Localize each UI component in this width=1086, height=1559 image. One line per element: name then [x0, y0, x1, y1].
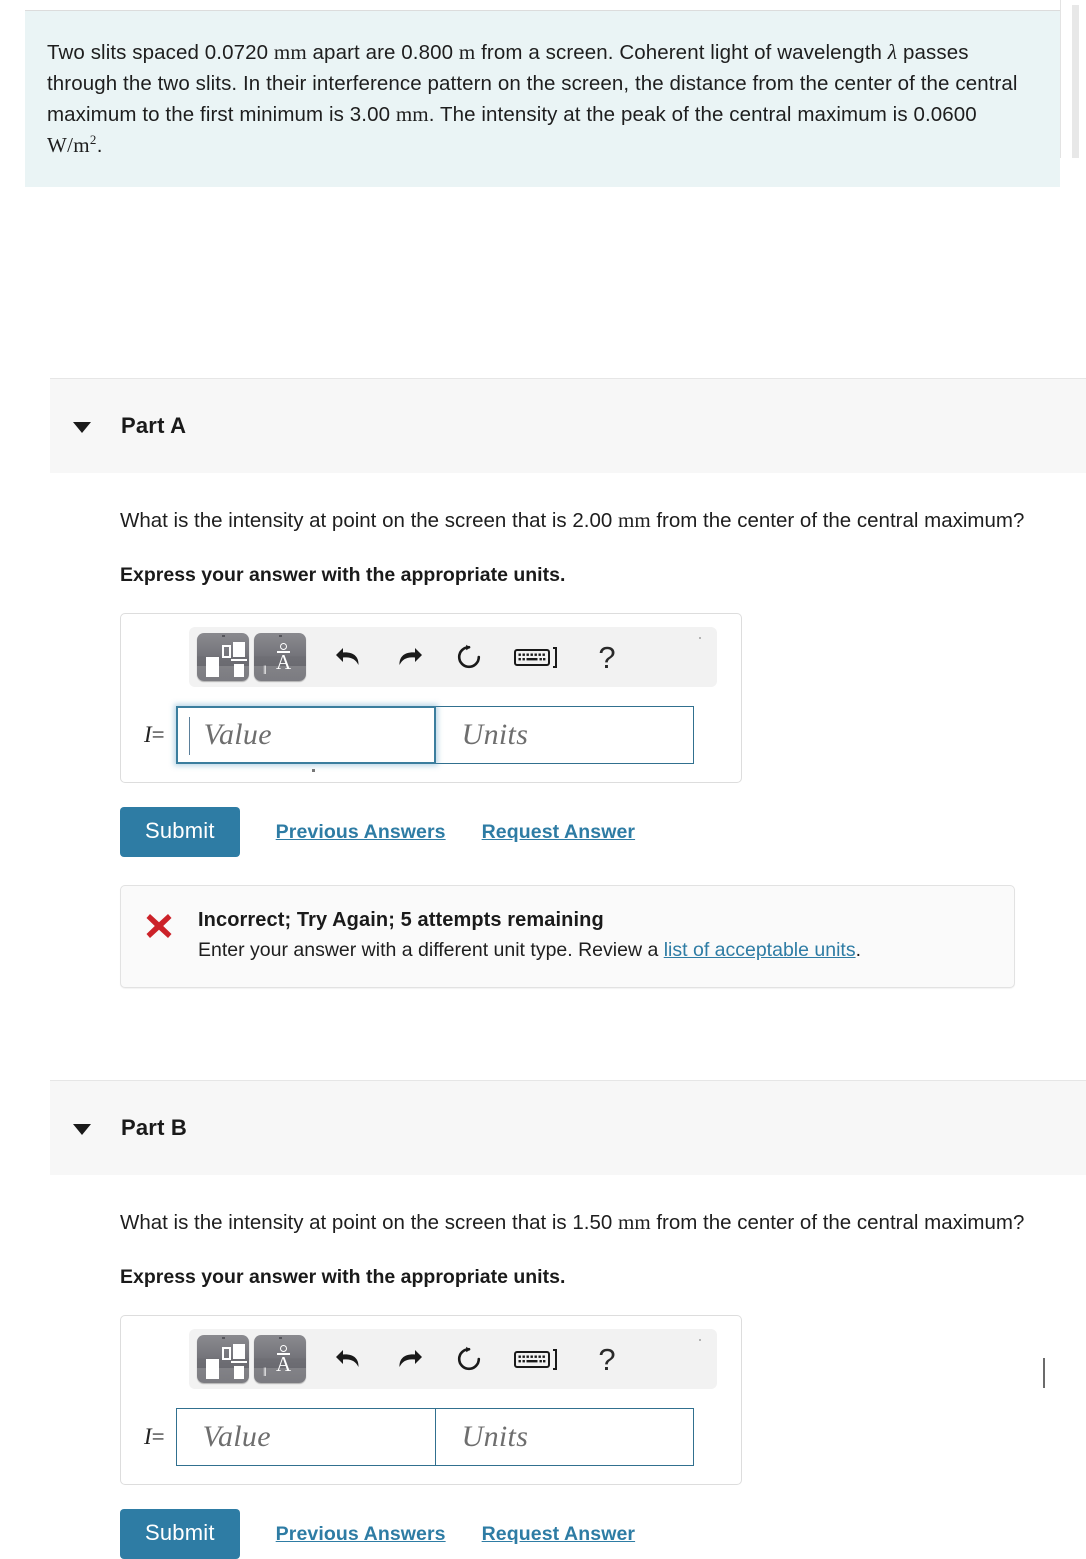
part-a-value-placeholder: Value	[203, 718, 272, 751]
chevron-down-icon[interactable]	[73, 1123, 91, 1135]
help-icon[interactable]: ?	[585, 642, 629, 673]
lambda-symbol: λ	[887, 40, 898, 64]
chevron-down-icon[interactable]	[73, 421, 91, 433]
question-b-unit: mm	[617, 1210, 651, 1234]
part-a-units-placeholder: Units	[461, 718, 529, 751]
part-a-feedback: Incorrect; Try Again; 5 attempts remaini…	[120, 885, 1015, 988]
previous-answers-link[interactable]: Previous Answers	[276, 821, 446, 844]
part-a-answer-box: A ‖ ? I= Value Units	[120, 613, 742, 783]
part-a-title: Part A	[121, 413, 187, 438]
problem-line1-a: Two slits spaced 0.0720	[47, 41, 269, 64]
part-b-question: What is the intensity at point on the sc…	[120, 1207, 1065, 1238]
part-b-lhs-equals: =	[151, 1424, 165, 1449]
question-b-text-2: from the center of the central	[650, 1211, 919, 1234]
part-b-units-input[interactable]: Units	[435, 1408, 694, 1466]
part-b-value-input[interactable]: Value	[175, 1408, 436, 1466]
reset-icon[interactable]	[447, 1345, 491, 1373]
part-b-body: What is the intensity at point on the sc…	[50, 1175, 1086, 1559]
x-mark-icon	[144, 911, 178, 962]
keyboard-icon[interactable]	[507, 1347, 569, 1371]
greek-symbols-icon[interactable]: A ‖	[254, 1335, 306, 1383]
part-b-instruction: Express your answer with the appropriate…	[120, 1266, 566, 1288]
part-b-title: Part B	[121, 1115, 187, 1140]
reset-icon[interactable]	[447, 643, 491, 671]
submit-button[interactable]: Submit	[120, 807, 240, 857]
text-cursor	[188, 717, 190, 755]
part-a-lhs-symbol: I	[144, 722, 152, 747]
acceptable-units-link[interactable]: list of acceptable units	[664, 939, 856, 961]
exponent-2: 2	[89, 132, 97, 147]
feedback-body-text-2: .	[855, 939, 861, 961]
redo-icon[interactable]	[387, 1346, 431, 1372]
part-b-lhs-label: I=	[144, 1424, 165, 1450]
feedback-body-text-1: Enter your answer with a different unit …	[198, 939, 664, 961]
part-b-units-placeholder: Units	[461, 1420, 529, 1453]
unit-w-per-m-text: W/m	[47, 133, 90, 157]
greek-symbols-icon[interactable]: A ‖	[254, 633, 306, 681]
unit-mm: mm	[273, 40, 307, 64]
problem-line4-a: the central maximum is 0.0600	[694, 103, 977, 126]
part-section-a: Part A What is the intensity at point on…	[50, 378, 1086, 988]
part-a-units-input[interactable]: Units	[435, 706, 694, 764]
part-a-instruction: Express your answer with the appropriate…	[120, 564, 566, 586]
part-b-lhs-symbol: I	[144, 1424, 152, 1449]
help-icon[interactable]: ?	[585, 1344, 629, 1375]
problem-right-rule	[1060, 0, 1061, 158]
part-b-math-toolbar: A ‖ ?	[189, 1329, 717, 1389]
question-a-unit: mm	[617, 508, 651, 532]
feedback-title: Incorrect; Try Again; 5 attempts remaini…	[198, 909, 604, 931]
feedback-text-block: Incorrect; Try Again; 5 attempts remaini…	[198, 909, 861, 962]
help-label: ?	[598, 1341, 616, 1377]
part-b-button-row: Submit Previous Answers Request Answer	[120, 1509, 1086, 1559]
math-template-icon[interactable]	[197, 633, 249, 681]
problem-statement: Two slits spaced 0.0720 mm apart are 0.8…	[25, 10, 1060, 187]
problem-line3-b: . The intensity at the peak of	[428, 103, 689, 126]
unit-mm-2: mm	[395, 102, 429, 126]
part-a-value-input[interactable]: Value	[175, 706, 436, 772]
problem-line4-b: .	[96, 134, 103, 157]
part-a-input-row: I= Value Units	[121, 706, 741, 772]
part-a-lhs-label: I=	[144, 722, 165, 748]
right-edge-rule	[1043, 1358, 1045, 1388]
part-a-button-row: Submit Previous Answers Request Answer	[120, 807, 1086, 857]
part-b-answer-box: A ‖ ? I= Value Units	[120, 1315, 742, 1485]
part-a-math-toolbar: A ‖ ?	[189, 627, 717, 687]
unit-m: m	[458, 40, 476, 64]
part-a-header[interactable]: Part A	[50, 378, 1086, 473]
problem-line1-c: from a screen. Coherent light of wavelen…	[475, 41, 882, 64]
request-answer-link[interactable]: Request Answer	[482, 1523, 635, 1546]
question-a-text-1: What is the intensity at point on the sc…	[120, 509, 613, 532]
question-a-text-3: maximum?	[924, 509, 1025, 532]
problem-line1-b: apart are 0.800	[306, 41, 454, 64]
redo-icon[interactable]	[387, 644, 431, 670]
request-answer-link[interactable]: Request Answer	[482, 821, 635, 844]
part-section-b: Part B What is the intensity at point on…	[50, 1080, 1086, 1559]
unit-w-per-m2: W/m2	[47, 130, 97, 161]
part-b-header[interactable]: Part B	[50, 1080, 1086, 1175]
submit-button[interactable]: Submit	[120, 1509, 240, 1559]
problem-scrollbar[interactable]	[1072, 5, 1079, 158]
question-b-text-1: What is the intensity at point on the sc…	[120, 1211, 613, 1234]
toolbar-dot	[699, 637, 701, 639]
undo-icon[interactable]	[327, 1346, 371, 1372]
question-b-text-3: maximum?	[924, 1211, 1025, 1234]
input-marker-dot	[311, 769, 315, 772]
feedback-body: Enter your answer with a different unit …	[198, 939, 861, 962]
help-label: ?	[598, 639, 616, 675]
math-template-icon[interactable]	[197, 1335, 249, 1383]
part-b-value-placeholder: Value	[202, 1420, 271, 1453]
question-a-text-2: from the center of the central	[650, 509, 919, 532]
part-a-lhs-equals: =	[151, 722, 165, 747]
undo-icon[interactable]	[327, 644, 371, 670]
problem-text: Two slits spaced 0.0720 mm apart are 0.8…	[47, 37, 1032, 161]
toolbar-dot	[699, 1339, 701, 1341]
previous-answers-link[interactable]: Previous Answers	[276, 1523, 446, 1546]
part-b-input-row: I= Value Units	[121, 1408, 741, 1466]
part-a-question: What is the intensity at point on the sc…	[120, 505, 1065, 536]
keyboard-icon[interactable]	[507, 645, 569, 669]
part-a-body: What is the intensity at point on the sc…	[50, 473, 1086, 988]
